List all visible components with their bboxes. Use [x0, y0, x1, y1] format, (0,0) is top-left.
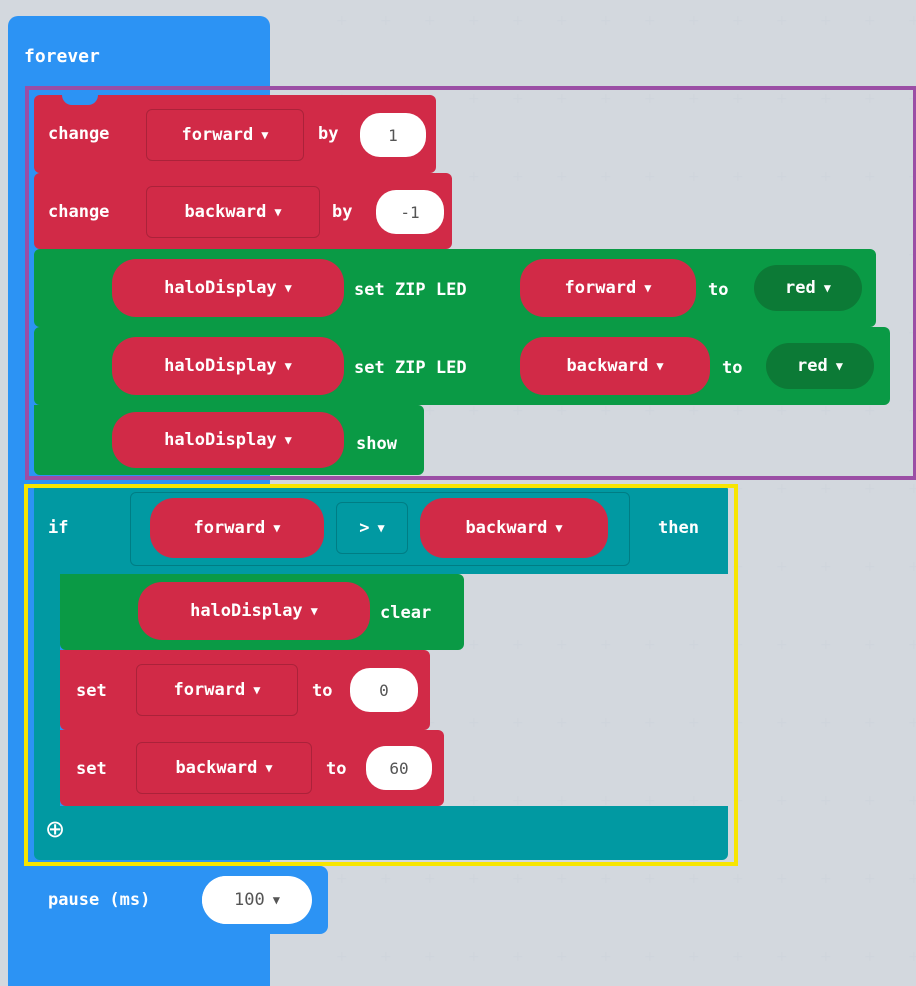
grid-plus-mark: +: [908, 637, 916, 653]
grid-plus-mark: +: [424, 871, 436, 887]
grid-plus-mark: +: [336, 871, 348, 887]
grid-plus-mark: +: [776, 715, 788, 731]
grid-plus-mark: +: [512, 871, 524, 887]
grid-plus-mark: +: [908, 949, 916, 965]
grid-plus-mark: +: [820, 13, 832, 29]
grid-plus-mark: +: [688, 949, 700, 965]
grid-plus-mark: +: [864, 559, 876, 575]
grid-plus-mark: +: [556, 949, 568, 965]
grid-plus-mark: +: [776, 559, 788, 575]
grid-plus-mark: +: [380, 949, 392, 965]
grid-plus-mark: +: [908, 13, 916, 29]
grid-plus-mark: +: [688, 13, 700, 29]
grid-plus-mark: +: [732, 13, 744, 29]
grid-plus-mark: +: [468, 871, 480, 887]
grid-plus-mark: +: [776, 637, 788, 653]
grid-plus-mark: +: [908, 793, 916, 809]
grid-plus-mark: +: [644, 13, 656, 29]
grid-plus-mark: +: [732, 871, 744, 887]
grid-plus-mark: +: [908, 871, 916, 887]
forever-label: forever: [24, 46, 100, 67]
grid-plus-mark: +: [820, 793, 832, 809]
grid-plus-mark: +: [424, 949, 436, 965]
grid-plus-mark: +: [776, 949, 788, 965]
grid-plus-mark: +: [336, 949, 348, 965]
grid-plus-mark: +: [512, 949, 524, 965]
grid-plus-mark: +: [644, 949, 656, 965]
pause-duration-dropdown-front: 100 ▼: [202, 876, 312, 924]
grid-plus-mark: +: [864, 949, 876, 965]
grid-plus-mark: +: [820, 481, 832, 497]
grid-plus-mark: +: [908, 715, 916, 731]
grid-plus-mark: +: [864, 13, 876, 29]
grid-plus-mark: +: [644, 871, 656, 887]
grid-plus-mark: +: [600, 949, 612, 965]
grid-plus-mark: +: [820, 871, 832, 887]
grid-plus-mark: +: [864, 637, 876, 653]
purple-highlight-frame: [25, 86, 916, 480]
grid-plus-mark: +: [336, 13, 348, 29]
grid-plus-mark: +: [776, 13, 788, 29]
grid-plus-mark: +: [776, 481, 788, 497]
grid-plus-mark: +: [424, 13, 436, 29]
grid-plus-mark: +: [468, 949, 480, 965]
grid-plus-mark: +: [468, 13, 480, 29]
grid-plus-mark: +: [776, 871, 788, 887]
grid-plus-mark: +: [600, 871, 612, 887]
grid-plus-mark: +: [688, 871, 700, 887]
grid-plus-mark: +: [820, 637, 832, 653]
chevron-down-icon: ▼: [272, 893, 280, 907]
grid-plus-mark: +: [864, 481, 876, 497]
grid-plus-mark: +: [820, 559, 832, 575]
grid-plus-mark: +: [776, 793, 788, 809]
grid-plus-mark: +: [820, 949, 832, 965]
grid-plus-mark: +: [556, 13, 568, 29]
grid-plus-mark: +: [380, 871, 392, 887]
grid-plus-mark: +: [864, 871, 876, 887]
grid-plus-mark: +: [908, 559, 916, 575]
yellow-highlight-frame: [24, 484, 738, 866]
grid-plus-mark: +: [908, 481, 916, 497]
grid-plus-mark: +: [512, 13, 524, 29]
grid-plus-mark: +: [556, 871, 568, 887]
grid-plus-mark: +: [600, 13, 612, 29]
grid-plus-mark: +: [732, 949, 744, 965]
dropdown-text: 100: [234, 890, 265, 910]
grid-plus-mark: +: [380, 13, 392, 29]
grid-plus-mark: +: [864, 715, 876, 731]
pause-label: pause (ms): [48, 890, 151, 910]
grid-plus-mark: +: [820, 715, 832, 731]
grid-plus-mark: +: [864, 793, 876, 809]
